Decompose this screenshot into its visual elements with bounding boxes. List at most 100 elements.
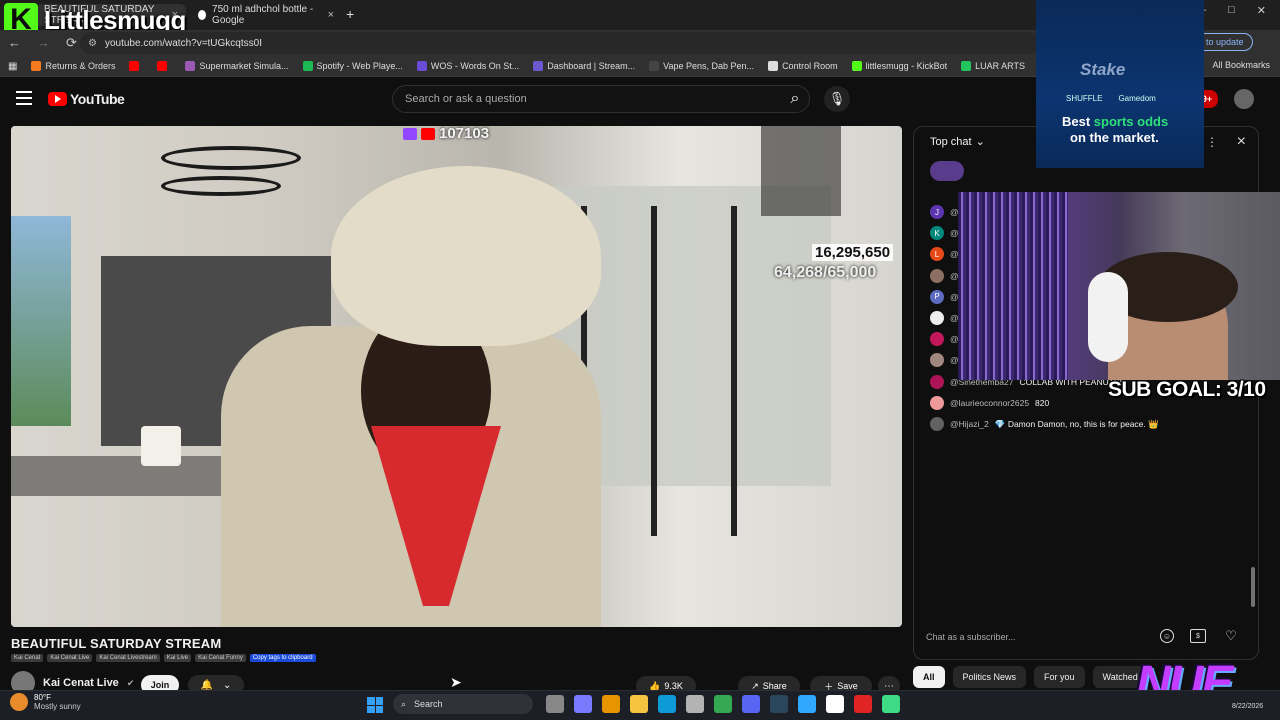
taskbar-search[interactable]: ⌕ Search xyxy=(393,694,533,714)
bookmark-item[interactable]: Supermarket Simula... xyxy=(185,61,289,71)
taskbar-app-icon[interactable] xyxy=(826,695,844,713)
reload-icon[interactable]: ⟳ xyxy=(66,35,77,51)
bookmark-item[interactable] xyxy=(129,61,143,71)
chat-avatar[interactable] xyxy=(930,268,944,283)
mic-icon[interactable]: 🎙 xyxy=(824,86,850,112)
chat-avatar[interactable]: P xyxy=(930,289,944,304)
bookmark-label: Vape Pens, Dab Pen... xyxy=(663,61,755,71)
chevron-down-icon: ⌄ xyxy=(975,136,985,148)
taskbar-app-icon[interactable] xyxy=(602,695,620,713)
apps-icon[interactable]: ▦ xyxy=(8,61,17,72)
new-tab-button[interactable]: + xyxy=(346,6,354,22)
taskbar-app-icon[interactable] xyxy=(630,695,648,713)
bucket-hat xyxy=(331,166,601,346)
search-input[interactable]: Search or ask a question xyxy=(392,85,810,113)
tag[interactable]: Kai Cenat Funny xyxy=(195,654,246,662)
taskbar-app-icon[interactable] xyxy=(574,695,592,713)
bookmark-item[interactable]: Control Room xyxy=(768,61,838,71)
all-bookmarks-button[interactable]: All Bookmarks xyxy=(1212,60,1270,70)
close-window-icon[interactable]: ✕ xyxy=(1257,4,1266,17)
bookmark-label: WOS - Words On St... xyxy=(430,61,520,71)
taskbar-app-icon[interactable] xyxy=(770,695,788,713)
taskbar-app-icon[interactable] xyxy=(658,695,676,713)
related-chips: All Politics News For you Watched xyxy=(913,666,1148,688)
site-info-icon[interactable]: ⚙ xyxy=(88,38,97,49)
chat-header-label: Top chat xyxy=(930,135,972,148)
bookmark-icon xyxy=(157,61,168,71)
url-field[interactable]: ⚙ youtube.com/watch?v=tUGkcqtss0I xyxy=(80,32,1040,54)
taskbar-app-icon[interactable] xyxy=(854,695,872,713)
door-frame xyxy=(651,206,657,536)
account-avatar[interactable] xyxy=(1234,89,1254,109)
viewer-count-value: 107103 xyxy=(439,125,490,142)
chat-avatar[interactable] xyxy=(930,374,944,389)
channel-name[interactable]: Kai Cenat Live xyxy=(43,677,119,689)
weather-desc: Mostly sunny xyxy=(34,702,81,711)
chat-author[interactable]: @laurieoconnor2625 xyxy=(950,398,1029,408)
bookmark-item[interactable]: littlesmugg - KickBot xyxy=(851,61,947,71)
tab-close-icon[interactable]: × xyxy=(328,9,334,21)
taskbar-app-icon[interactable] xyxy=(742,695,760,713)
chat-avatar[interactable] xyxy=(930,353,944,368)
taskbar-app-icon[interactable] xyxy=(798,695,816,713)
bookmark-item[interactable]: Spotify - Web Playe... xyxy=(302,61,403,71)
chip-for-you[interactable]: For you xyxy=(1034,666,1085,688)
stake-partners: SHUFFLE Gamedom xyxy=(1066,94,1156,103)
taskbar-app-icon[interactable] xyxy=(882,695,900,713)
bookmark-item[interactable]: LUAR ARTS xyxy=(961,61,1025,71)
chat-avatar[interactable] xyxy=(930,311,944,325)
taskbar-app-icon[interactable] xyxy=(546,695,564,713)
bookmark-item[interactable]: Vape Pens, Dab Pen... xyxy=(649,61,754,71)
chat-input[interactable]: Chat as a subscriber... xyxy=(926,627,1156,647)
search-icon[interactable]: ⌕ xyxy=(780,85,810,113)
chat-avatar[interactable] xyxy=(930,332,944,347)
forward-icon[interactable]: → xyxy=(37,35,50,51)
stake-headline-highlight: sports odds xyxy=(1093,114,1169,129)
chat-avatar[interactable]: L xyxy=(930,247,944,262)
taskbar-app-icon[interactable] xyxy=(714,695,732,713)
heart-icon[interactable]: ♡ xyxy=(1222,627,1240,645)
video-player[interactable] xyxy=(11,126,902,627)
tag[interactable]: Kai Cenat xyxy=(11,654,44,662)
menu-icon[interactable] xyxy=(16,91,32,105)
bookmark-item[interactable] xyxy=(157,61,171,71)
taskbar-app-icon[interactable] xyxy=(686,695,704,713)
bookmark-item[interactable]: WOS - Words On St... xyxy=(416,61,520,71)
chat-avatar[interactable]: K xyxy=(930,226,944,241)
tag[interactable]: Kai Cenat Live xyxy=(47,654,93,662)
chat-avatar[interactable] xyxy=(930,417,944,431)
weather-widget[interactable]: 80°F Mostly sunny xyxy=(10,693,81,711)
chat-avatar[interactable]: J xyxy=(930,205,944,219)
chat-message: @laurieoconnor2625 820 xyxy=(930,395,1049,410)
bookmark-icon xyxy=(416,61,427,71)
back-icon[interactable]: ← xyxy=(8,35,21,51)
maximize-icon[interactable]: □ xyxy=(1228,4,1235,17)
chip-all[interactable]: All xyxy=(913,666,945,688)
bookmark-item[interactable]: Returns & Orders xyxy=(31,61,115,71)
close-icon[interactable]: × xyxy=(1237,133,1246,151)
bookmark-label: Returns & Orders xyxy=(45,61,116,71)
mouse-cursor-icon: ➤ xyxy=(450,674,462,690)
tab-google[interactable]: 750 ml adhchol bottle - Google × xyxy=(190,4,342,26)
windows-start-icon[interactable] xyxy=(367,697,383,713)
bookmark-label: Control Room xyxy=(782,61,838,71)
chat-mode-selector[interactable]: Top chat ⌄ xyxy=(930,135,985,149)
chip-politics-news[interactable]: Politics News xyxy=(952,666,1027,688)
headphones xyxy=(1088,272,1128,362)
bookmark-item[interactable]: Dashboard | Stream... xyxy=(533,61,635,71)
chat-menu-icon[interactable]: ⋮ xyxy=(1206,135,1218,149)
copy-tags-button[interactable]: Copy tags to clipboard xyxy=(249,654,316,662)
chat-avatar[interactable] xyxy=(930,395,944,410)
chat-text: 💎 Damon Damon, no, this is for peace. 👑 xyxy=(994,418,1159,429)
chat-author[interactable]: @Hijazi_2 xyxy=(950,419,989,429)
tag[interactable]: Kai Live xyxy=(163,654,192,662)
pinned-badge[interactable] xyxy=(930,161,964,181)
emoji-icon[interactable]: ☺ xyxy=(1160,629,1174,643)
chat-scrollbar[interactable] xyxy=(1251,567,1255,607)
url-text: youtube.com/watch?v=tUGkcqtss0I xyxy=(104,37,262,49)
tag[interactable]: Kai Cenat Livestream xyxy=(96,654,160,662)
youtube-logo[interactable]: YouTube xyxy=(48,91,125,107)
super-chat-icon[interactable]: $ xyxy=(1190,629,1206,643)
bookmark-icon xyxy=(302,61,313,71)
bookmark-icon xyxy=(851,61,862,71)
